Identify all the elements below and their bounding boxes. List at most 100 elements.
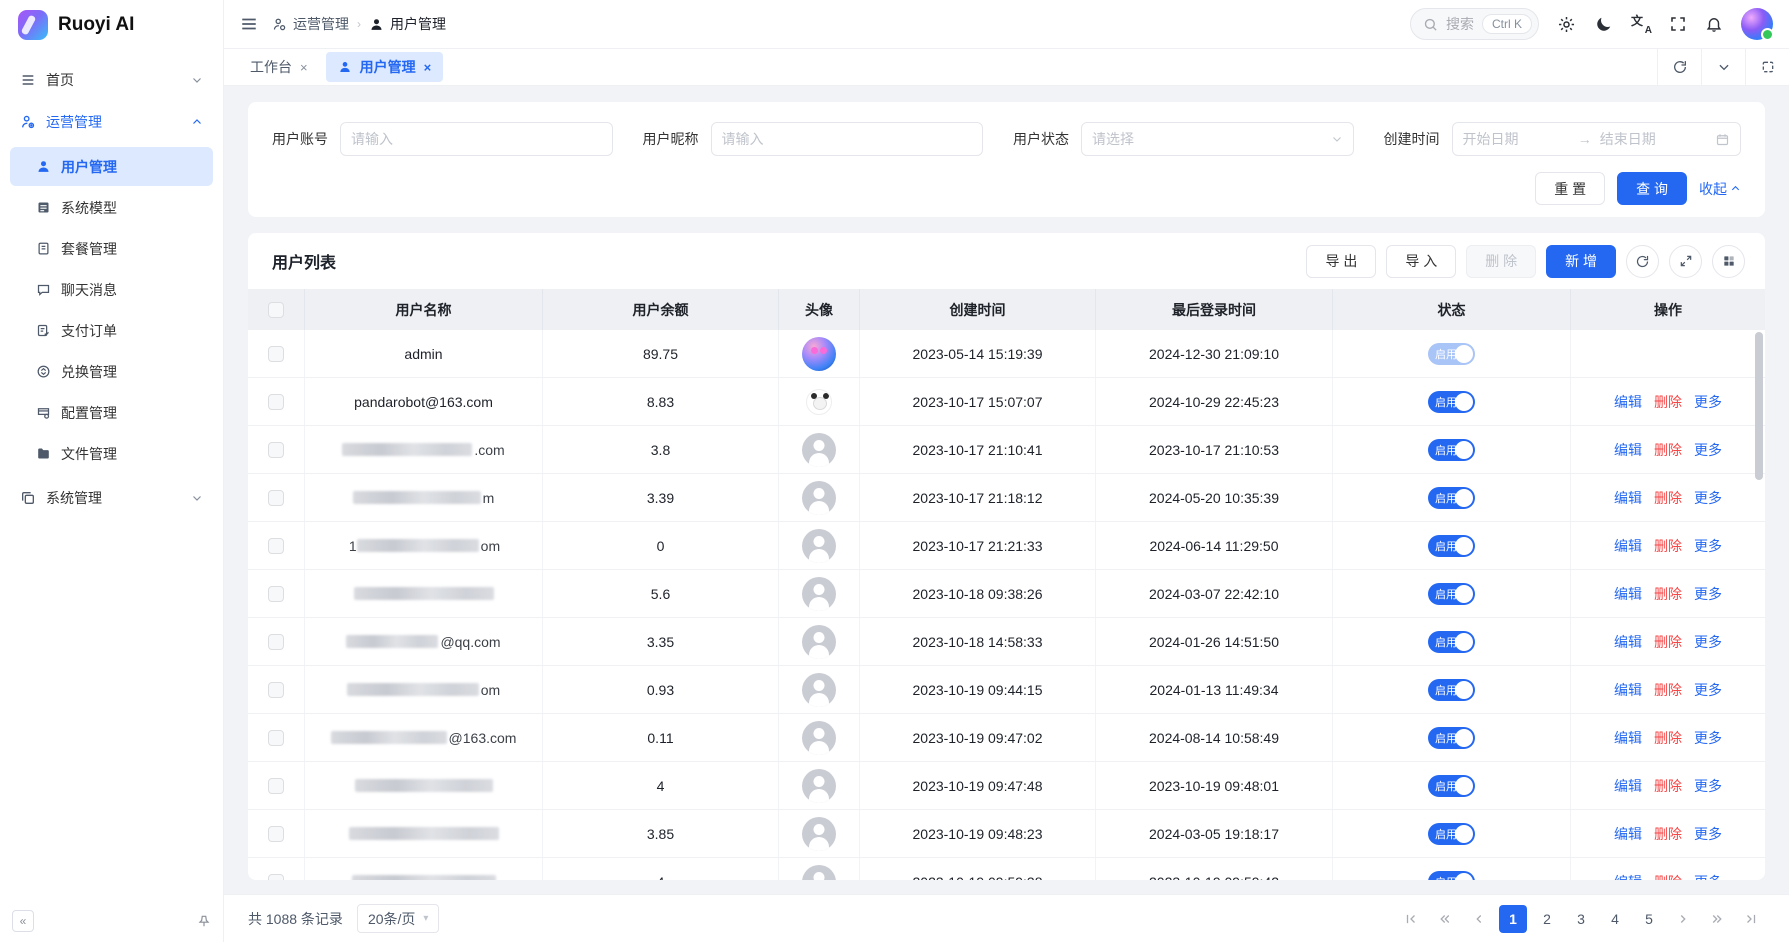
status-toggle[interactable]: 启用 [1428, 823, 1475, 845]
delete-link[interactable]: 删除 [1654, 536, 1682, 556]
collapse-filter-link[interactable]: 收起 [1699, 179, 1741, 199]
page-size-select[interactable]: 20条/页 ▾ [357, 904, 440, 933]
status-select[interactable]: 请选择 [1081, 122, 1354, 156]
sidebar-item-config[interactable]: 配置管理 [10, 393, 213, 432]
account-input[interactable] [340, 122, 613, 156]
breadcrumb-user-management[interactable]: 用户管理 [369, 14, 446, 34]
more-link[interactable]: 更多 [1694, 536, 1722, 556]
sidebar-item-operations[interactable]: 运营管理 [10, 101, 213, 143]
more-link[interactable]: 更多 [1694, 872, 1722, 881]
status-toggle[interactable]: 启用 [1428, 439, 1475, 461]
edit-link[interactable]: 编辑 [1614, 584, 1642, 604]
delete-link[interactable]: 删除 [1654, 632, 1682, 652]
more-link[interactable]: 更多 [1694, 728, 1722, 748]
more-link[interactable]: 更多 [1694, 584, 1722, 604]
expand-table-icon[interactable] [1669, 245, 1702, 278]
sidebar-item-model[interactable]: 系统模型 [10, 188, 213, 227]
edit-link[interactable]: 编辑 [1614, 872, 1642, 881]
maximize-content-icon[interactable] [1745, 49, 1789, 85]
delete-link[interactable]: 删除 [1654, 728, 1682, 748]
edit-link[interactable]: 编辑 [1614, 392, 1642, 412]
status-toggle[interactable]: 启用 [1428, 535, 1475, 557]
row-checkbox[interactable] [268, 346, 284, 362]
sidebar-collapse-button[interactable]: « [12, 910, 34, 932]
moon-icon[interactable] [1594, 15, 1613, 34]
status-toggle[interactable]: 启用 [1428, 679, 1475, 701]
status-toggle[interactable]: 启用 [1428, 631, 1475, 653]
nickname-input-box[interactable] [722, 131, 973, 147]
tab-user-management[interactable]: 用户管理 × [326, 52, 444, 82]
row-checkbox[interactable] [268, 442, 284, 458]
row-checkbox[interactable] [268, 634, 284, 650]
column-settings-icon[interactable] [1712, 245, 1745, 278]
add-button[interactable]: 新 增 [1546, 245, 1616, 278]
refresh-table-icon[interactable] [1626, 245, 1659, 278]
sidebar-item-system[interactable]: 系统管理 [10, 477, 213, 519]
tab-dropdown-icon[interactable] [1701, 49, 1745, 85]
breadcrumb-operations[interactable]: 运营管理 [272, 14, 349, 34]
more-link[interactable]: 更多 [1694, 776, 1722, 796]
sidebar-item-user[interactable]: 用户管理 [10, 147, 213, 186]
global-search[interactable]: 搜索 Ctrl K [1410, 8, 1539, 40]
row-checkbox[interactable] [268, 730, 284, 746]
more-link[interactable]: 更多 [1694, 392, 1722, 412]
sidebar-item-order[interactable]: 支付订单 [10, 311, 213, 350]
jump-forward-button[interactable] [1703, 905, 1731, 933]
edit-link[interactable]: 编辑 [1614, 776, 1642, 796]
query-button[interactable]: 查 询 [1617, 172, 1687, 205]
edit-link[interactable]: 编辑 [1614, 680, 1642, 700]
scrollbar-thumb[interactable] [1755, 332, 1763, 480]
page-number-1[interactable]: 1 [1499, 905, 1527, 933]
edit-link[interactable]: 编辑 [1614, 728, 1642, 748]
user-avatar[interactable] [1741, 8, 1773, 40]
close-icon[interactable]: × [300, 60, 308, 75]
sidebar-item-package[interactable]: 套餐管理 [10, 229, 213, 268]
delete-link[interactable]: 删除 [1654, 824, 1682, 844]
row-checkbox[interactable] [268, 874, 284, 881]
more-link[interactable]: 更多 [1694, 632, 1722, 652]
refresh-tab-icon[interactable] [1657, 49, 1701, 85]
first-page-button[interactable] [1397, 905, 1425, 933]
delete-link[interactable]: 删除 [1654, 776, 1682, 796]
status-toggle[interactable]: 启用 [1428, 727, 1475, 749]
delete-link[interactable]: 删除 [1654, 680, 1682, 700]
row-checkbox[interactable] [268, 538, 284, 554]
edit-link[interactable]: 编辑 [1614, 632, 1642, 652]
date-range-picker[interactable]: 开始日期 → 结束日期 [1452, 122, 1742, 156]
row-checkbox[interactable] [268, 586, 284, 602]
row-checkbox[interactable] [268, 394, 284, 410]
page-number-2[interactable]: 2 [1533, 905, 1561, 933]
status-toggle[interactable]: 启用 [1428, 391, 1475, 413]
nickname-input[interactable] [711, 122, 984, 156]
row-checkbox[interactable] [268, 682, 284, 698]
more-link[interactable]: 更多 [1694, 680, 1722, 700]
status-toggle[interactable]: 启用 [1428, 343, 1475, 365]
hamburger-menu-icon[interactable] [240, 15, 258, 33]
sidebar-item-chat[interactable]: 聊天消息 [10, 270, 213, 309]
status-toggle[interactable]: 启用 [1428, 871, 1475, 881]
sidebar-item-exchange[interactable]: 兑换管理 [10, 352, 213, 391]
jump-back-button[interactable] [1431, 905, 1459, 933]
fullscreen-icon[interactable] [1669, 15, 1687, 33]
delete-link[interactable]: 删除 [1654, 488, 1682, 508]
last-page-button[interactable] [1737, 905, 1765, 933]
tab-workbench[interactable]: 工作台 × [238, 52, 320, 82]
delete-link[interactable]: 删除 [1654, 872, 1682, 881]
sidebar-item-home[interactable]: 首页 [10, 59, 213, 101]
bell-icon[interactable] [1705, 15, 1723, 33]
edit-link[interactable]: 编辑 [1614, 536, 1642, 556]
select-all-checkbox[interactable] [268, 302, 284, 318]
more-link[interactable]: 更多 [1694, 824, 1722, 844]
account-input-box[interactable] [351, 131, 602, 147]
reset-button[interactable]: 重 置 [1535, 172, 1605, 205]
import-button[interactable]: 导 入 [1386, 245, 1456, 278]
edit-link[interactable]: 编辑 [1614, 824, 1642, 844]
row-checkbox[interactable] [268, 490, 284, 506]
status-toggle[interactable]: 启用 [1428, 775, 1475, 797]
table-scrollbar[interactable] [1755, 330, 1763, 880]
delete-link[interactable]: 删除 [1654, 392, 1682, 412]
app-logo[interactable]: Ruoyi AI [0, 0, 223, 49]
edit-link[interactable]: 编辑 [1614, 440, 1642, 460]
page-number-3[interactable]: 3 [1567, 905, 1595, 933]
status-toggle[interactable]: 启用 [1428, 583, 1475, 605]
